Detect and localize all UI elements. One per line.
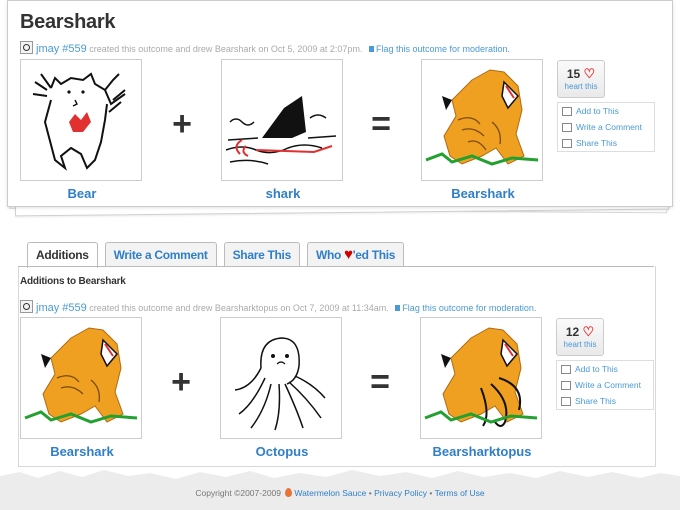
bear-drawing[interactable] (20, 59, 142, 181)
equals-sign: = (371, 105, 391, 143)
separator: • (429, 488, 433, 498)
addition-actions: Add to This Write a Comment Share This (556, 360, 654, 410)
tab-ed-this-label: 'ed This (352, 248, 396, 262)
watermelon-icon (285, 488, 293, 497)
share-this-label: Share This (575, 396, 616, 406)
plus-icon (561, 364, 571, 374)
share-icon (562, 138, 572, 148)
comment-icon (561, 380, 571, 390)
write-comment-button[interactable]: Write a Comment (558, 119, 654, 135)
share-this-button[interactable]: Share This (558, 135, 654, 151)
shark-drawing[interactable] (221, 59, 343, 181)
heart-box[interactable]: 15 ♡ heart this (557, 60, 605, 98)
outcome-card: Bearshark jmay #559 created this outcome… (7, 0, 673, 207)
add-to-this-label: Add to This (576, 106, 619, 116)
heart-box[interactable]: 12 ♡ heart this (556, 318, 604, 356)
privacy-policy-link[interactable]: Privacy Policy (374, 488, 427, 498)
tab-additions[interactable]: Additions (27, 242, 98, 268)
user-avatar-icon (20, 41, 33, 54)
brand-link[interactable]: Watermelon Sauce (294, 488, 366, 498)
write-comment-button[interactable]: Write a Comment (557, 377, 653, 393)
add-to-this-button[interactable]: Add to This (558, 103, 654, 119)
bearshark-label[interactable]: Bearshark (20, 444, 144, 459)
bearshark-drawing[interactable] (20, 317, 142, 439)
heart-icon: ♥ (344, 246, 353, 263)
add-to-this-label: Add to This (575, 364, 618, 374)
write-comment-label: Write a Comment (575, 380, 641, 390)
comment-icon (562, 122, 572, 132)
tab-who-hearted[interactable]: Who ♥'ed This (306, 242, 405, 267)
meta-text: created this outcome and drew Bearsharkt… (89, 303, 389, 313)
equals-sign: = (370, 363, 390, 401)
bear-label[interactable]: Bear (20, 186, 144, 201)
tab-write-comment[interactable]: Write a Comment (104, 242, 217, 267)
share-this-label: Share This (576, 138, 617, 148)
separator: • (368, 488, 372, 498)
plus-sign: + (171, 363, 191, 401)
octopus-label[interactable]: Octopus (220, 444, 344, 459)
copyright-text: Copyright ©2007-2009 (195, 488, 281, 498)
heart-icon: ♡ (583, 66, 596, 81)
footer: Copyright ©2007-2009 Watermelon Sauce • … (0, 488, 680, 498)
tab-bar: Additions Write a Comment Share This Who… (27, 242, 411, 268)
bearsharktopus-label[interactable]: Bearsharktopus (420, 444, 544, 459)
user-link[interactable]: jmay #559 (36, 43, 87, 55)
bearshark-label[interactable]: Bearshark (421, 186, 545, 201)
outcome-actions: Add to This Write a Comment Share This (557, 102, 655, 152)
flag-link[interactable]: Flag this outcome for moderation. (402, 303, 536, 313)
heart-this-link[interactable]: heart this (558, 82, 604, 91)
tab-who-label: Who (315, 248, 342, 262)
write-comment-label: Write a Comment (576, 122, 642, 132)
additions-title: Additions to Bearshark (20, 276, 126, 287)
heart-count: 15 (566, 67, 581, 81)
heart-icon: ♡ (582, 324, 595, 339)
tab-divider (18, 266, 654, 267)
octopus-drawing[interactable] (220, 317, 342, 439)
flag-icon (395, 305, 401, 311)
share-this-button[interactable]: Share This (557, 393, 653, 409)
outcome-meta: jmay #559 created this outcome and drew … (20, 41, 510, 55)
heart-count: 12 (565, 325, 580, 339)
add-to-this-button[interactable]: Add to This (557, 361, 653, 377)
bearsharktopus-drawing[interactable] (420, 317, 542, 439)
user-link[interactable]: jmay #559 (36, 302, 87, 314)
shark-label[interactable]: shark (221, 186, 345, 201)
heart-this-link[interactable]: heart this (557, 340, 603, 349)
user-avatar-icon (20, 300, 33, 313)
meta-text: created this outcome and drew Bearshark … (89, 44, 363, 54)
bearshark-drawing[interactable] (421, 59, 543, 181)
terms-of-use-link[interactable]: Terms of Use (435, 488, 485, 498)
outcome-title: Bearshark (20, 11, 116, 33)
share-icon (561, 396, 571, 406)
plus-icon (562, 106, 572, 116)
flag-icon (368, 46, 374, 52)
flag-link[interactable]: Flag this outcome for moderation. (376, 44, 510, 54)
addition-meta: jmay #559 created this outcome and drew … (20, 300, 536, 314)
tab-share-this[interactable]: Share This (223, 242, 300, 267)
plus-sign: + (172, 105, 192, 143)
